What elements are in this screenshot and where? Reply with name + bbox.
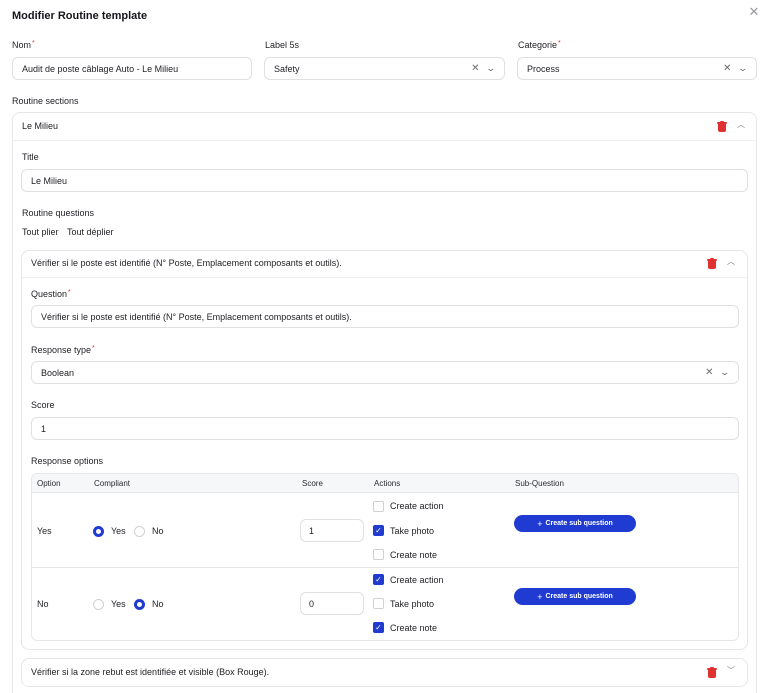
chevron-up-icon[interactable]: ︿ — [727, 256, 735, 267]
col-compliant: Compliant — [94, 479, 131, 488]
response-options-table: Option Compliant Score Actions Sub-Quest… — [31, 473, 739, 641]
col-subquestion: Sub-Question — [515, 479, 564, 488]
nom-input[interactable]: Audit de poste câblage Auto - Le Milieu — [12, 57, 252, 80]
button-label: Create sub question — [545, 593, 613, 600]
radio-label: Yes — [111, 526, 126, 536]
radio-label: No — [152, 526, 164, 536]
radio-label: No — [152, 599, 164, 609]
take-photo-label: Take photo — [390, 599, 435, 609]
col-option: Option — [37, 479, 61, 488]
clear-icon[interactable]: ✕ — [705, 367, 713, 378]
title-label: Title — [22, 152, 39, 162]
row-1-option: Yes — [37, 526, 52, 536]
question-label: Question* — [31, 289, 71, 299]
row-2-score-input[interactable]: 0 — [300, 592, 364, 615]
section-title-value: Le Milieu — [31, 175, 68, 186]
response-options-label: Response options — [31, 456, 104, 466]
table-header: Option Compliant Score Actions Sub-Quest… — [32, 474, 738, 493]
row-1-score-input[interactable]: 1 — [300, 519, 364, 542]
row-divider — [32, 567, 738, 568]
collapse-all-link[interactable]: Tout plier — [22, 227, 59, 237]
divider — [13, 140, 756, 141]
col-score: Score — [302, 479, 323, 488]
radio-label: Yes — [111, 599, 126, 609]
row-1-radio-yes[interactable] — [93, 526, 104, 537]
nom-value: Audit de poste câblage Auto - Le Milieu — [22, 63, 179, 74]
question-1-header: Vérifier si le poste est identifié (N° P… — [31, 258, 342, 268]
clear-icon[interactable]: ✕ — [723, 63, 731, 74]
chevron-down-icon[interactable]: ⌄ — [720, 367, 731, 378]
row-2-create-action-checkbox[interactable]: ✓ — [373, 574, 384, 585]
row-2-create-note-checkbox[interactable]: ✓ — [373, 622, 384, 633]
row-1-create-note-checkbox[interactable] — [373, 549, 384, 560]
take-photo-label: Take photo — [390, 526, 435, 536]
question-input[interactable]: Vérifier si le poste est identifié (N° P… — [31, 305, 739, 328]
row-1-create-sub-question-button[interactable]: + Create sub question — [514, 515, 636, 532]
expand-all-link[interactable]: Tout déplier — [67, 227, 114, 237]
clear-icon[interactable]: ✕ — [471, 63, 479, 74]
delete-question-icon[interactable] — [707, 258, 717, 269]
chevron-up-icon[interactable]: ︿ — [737, 119, 745, 130]
sections-heading: Routine sections — [12, 96, 79, 106]
question-2-header: Vérifier si la zone rebut est identifiée… — [31, 667, 270, 677]
create-note-label: Create note — [390, 623, 438, 633]
chevron-down-icon[interactable]: ⌄ — [738, 63, 749, 74]
label5s-label: Label 5s — [265, 40, 300, 50]
row-2-option: No — [37, 599, 49, 609]
categorie-label: Categorie* — [518, 40, 561, 50]
section-title-input[interactable]: Le Milieu — [21, 169, 748, 192]
create-action-label: Create action — [390, 501, 444, 511]
row-2-radio-yes[interactable] — [93, 599, 104, 610]
row-2-radio-no[interactable] — [134, 599, 145, 610]
delete-question-icon[interactable] — [707, 667, 717, 678]
routine-questions-label: Routine questions — [22, 208, 95, 218]
divider — [22, 277, 747, 278]
col-actions: Actions — [374, 479, 401, 488]
row-2-create-sub-question-button[interactable]: + Create sub question — [514, 588, 636, 605]
chevron-down-icon[interactable]: ﹀ — [727, 665, 735, 676]
categorie-select[interactable]: Process ✕ ⌄ — [517, 57, 757, 80]
row-1-score-value: 1 — [309, 525, 315, 536]
plus-icon: + — [537, 591, 543, 602]
nom-label: Nom* — [12, 40, 35, 50]
section-header-title: Le Milieu — [22, 121, 59, 131]
response-type-select[interactable]: Boolean ✕ ⌄ — [31, 361, 739, 384]
row-1-radio-no[interactable] — [134, 526, 145, 537]
response-type-value: Boolean — [41, 367, 75, 378]
create-action-label: Create action — [390, 575, 444, 585]
row-2-score-value: 0 — [309, 598, 315, 609]
label5s-value: Safety — [274, 63, 300, 74]
delete-section-icon[interactable] — [717, 121, 727, 132]
label5s-select[interactable]: Safety ✕ ⌄ — [264, 57, 505, 80]
score-input[interactable]: 1 — [31, 417, 739, 440]
categorie-value: Process — [527, 63, 560, 74]
score-value: 1 — [41, 423, 47, 434]
plus-icon: + — [537, 518, 543, 529]
close-icon[interactable]: ✕ — [747, 5, 760, 19]
row-1-take-photo-checkbox[interactable]: ✓ — [373, 525, 384, 536]
response-type-label: Response type* — [31, 345, 95, 355]
dialog-title: Modifier Routine template — [12, 10, 148, 22]
button-label: Create sub question — [545, 520, 613, 527]
row-1-create-action-checkbox[interactable] — [373, 501, 384, 512]
chevron-down-icon[interactable]: ⌄ — [486, 63, 497, 74]
question-value: Vérifier si le poste est identifié (N° P… — [41, 311, 352, 322]
row-2-take-photo-checkbox[interactable] — [373, 598, 384, 609]
score-label: Score — [31, 400, 55, 410]
create-note-label: Create note — [390, 550, 438, 560]
